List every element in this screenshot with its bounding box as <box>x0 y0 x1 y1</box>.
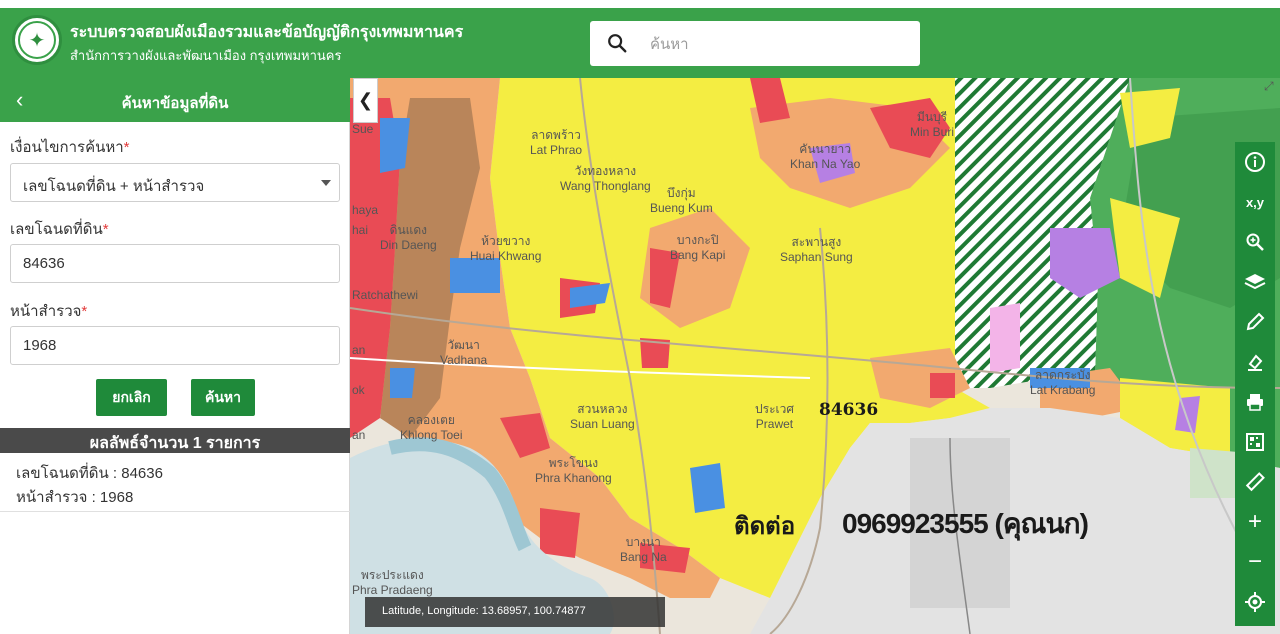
edge-place-label: an <box>352 428 366 442</box>
place-label: บางกะปิ Bang Kapi <box>670 233 726 262</box>
dropdown-caret-icon <box>321 180 331 186</box>
edge-place-label: Sue <box>352 122 374 136</box>
place-label: คลองเตย Khlong Toei <box>400 413 463 442</box>
place-label: ดินแดง Din Daeng <box>380 223 437 252</box>
app-subtitle: สำนักการวางผังและพัฒนาเมือง กรุงเทพมหานค… <box>70 48 342 63</box>
result-divider <box>0 511 350 512</box>
place-label: สวนหลวง Suan Luang <box>570 402 635 431</box>
result-survey[interactable]: หน้าสำรวจ : 1968 <box>16 485 133 509</box>
search-icon[interactable] <box>606 32 628 54</box>
global-search[interactable] <box>590 21 920 66</box>
place-label: บางนา Bang Na <box>620 535 667 564</box>
info-icon[interactable] <box>1235 142 1275 182</box>
place-label: ลาดกระบัง Lat Krabang <box>1030 368 1096 397</box>
layers-icon[interactable] <box>1235 262 1275 302</box>
place-label: พระประแดง Phra Pradaeng <box>352 568 433 597</box>
edge-place-label: ok <box>352 383 365 397</box>
panel-header: ‹ ค้นหาข้อมูลที่ดิน <box>0 78 350 122</box>
qr-icon[interactable] <box>1235 422 1275 462</box>
place-label: มีนบุรี Min Buri <box>910 110 955 139</box>
zoom-out-icon[interactable]: − <box>1235 542 1275 582</box>
survey-input-value: 1968 <box>23 337 57 354</box>
coordinate-readout: Latitude, Longitude: 13.68957, 100.74877 <box>365 597 665 627</box>
survey-label: หน้าสำรวจ* <box>10 303 88 320</box>
place-label: พระโขนง Phra Khanong <box>535 456 612 485</box>
result-deed[interactable]: เลขโฉนดที่ดิน : 84636 <box>16 461 163 485</box>
search-input[interactable] <box>650 29 900 59</box>
top-strip <box>0 0 1280 8</box>
print-icon[interactable] <box>1235 382 1275 422</box>
cancel-button[interactable]: ยกเลิก <box>96 379 167 416</box>
pencil-icon[interactable] <box>1235 302 1275 342</box>
eraser-icon[interactable] <box>1235 342 1275 382</box>
condition-select[interactable]: เลขโฉนดที่ดิน + หน้าสำรวจ <box>10 163 340 202</box>
condition-label: เงื่อนไขการค้นหา* <box>10 139 130 156</box>
place-label: วังทองหลาง Wang Thonglang <box>560 164 651 193</box>
zoom-area-icon[interactable] <box>1235 222 1275 262</box>
place-label: คันนายาว Khan Na Yao <box>790 142 861 171</box>
parcel-label[interactable]: 84636 <box>819 400 878 420</box>
locate-icon[interactable] <box>1235 582 1275 622</box>
deed-input-value: 84636 <box>23 255 65 272</box>
edge-place-label: an <box>352 343 366 357</box>
place-label: บึงกุ่ม Bueng Kum <box>650 186 713 215</box>
xy-icon[interactable]: x,y <box>1235 182 1275 222</box>
place-label: ประเวศ Prawet <box>755 402 794 431</box>
place-label: สะพานสูง Saphan Sung <box>780 235 853 264</box>
condition-select-value: เลขโฉนดที่ดิน + หน้าสำรวจ <box>23 178 205 195</box>
map-toolbar: x,y + − <box>1235 142 1275 626</box>
expand-icon[interactable]: ⤢ <box>1264 80 1278 94</box>
edge-place-label: haya <box>352 203 379 217</box>
zoning-map[interactable]: ลาดพร้าว Lat Phrao วังทองหลาง Wang Thongla… <box>350 78 1280 634</box>
survey-input[interactable]: 1968 <box>10 326 340 365</box>
bma-logo: ✦ <box>12 15 62 65</box>
app-title: ระบบตรวจสอบผังเมืองรวมและข้อบัญญัติกรุงเ… <box>70 24 464 41</box>
deed-input[interactable]: 84636 <box>10 244 340 283</box>
edge-place-label: Ratchathewi <box>352 288 419 302</box>
result-count-bar: ผลลัพธ์จำนวน 1 รายการ <box>0 428 350 453</box>
app-header: ✦ ระบบตรวจสอบผังเมืองรวมและข้อบัญญัติกรุ… <box>0 8 1280 78</box>
contact-text: ติดต่อ <box>734 513 796 540</box>
search-panel: ‹ ค้นหาข้อมูลที่ดิน เงื่อนไขการค้นหา* เล… <box>0 78 350 634</box>
zoom-in-icon[interactable]: + <box>1235 502 1275 542</box>
phone-text: 0969923555 (คุณนก) <box>842 508 1089 539</box>
logo-emblem-icon: ✦ <box>18 21 56 59</box>
place-label: ลาดพร้าว Lat Phrao <box>530 128 583 157</box>
place-label: ห้วยขวาง Huai Khwang <box>470 234 542 263</box>
place-label: วัฒนา Vadhana <box>440 338 488 367</box>
edge-place-label: hai <box>352 223 369 237</box>
ruler-icon[interactable] <box>1235 462 1275 502</box>
panel-title: ค้นหาข้อมูลที่ดิน <box>121 95 229 112</box>
collapse-panel-chevron-icon[interactable]: ❮ <box>353 78 378 123</box>
search-button[interactable]: ค้นหา <box>191 379 255 416</box>
deed-label: เลขโฉนดที่ดิน* <box>10 221 109 238</box>
